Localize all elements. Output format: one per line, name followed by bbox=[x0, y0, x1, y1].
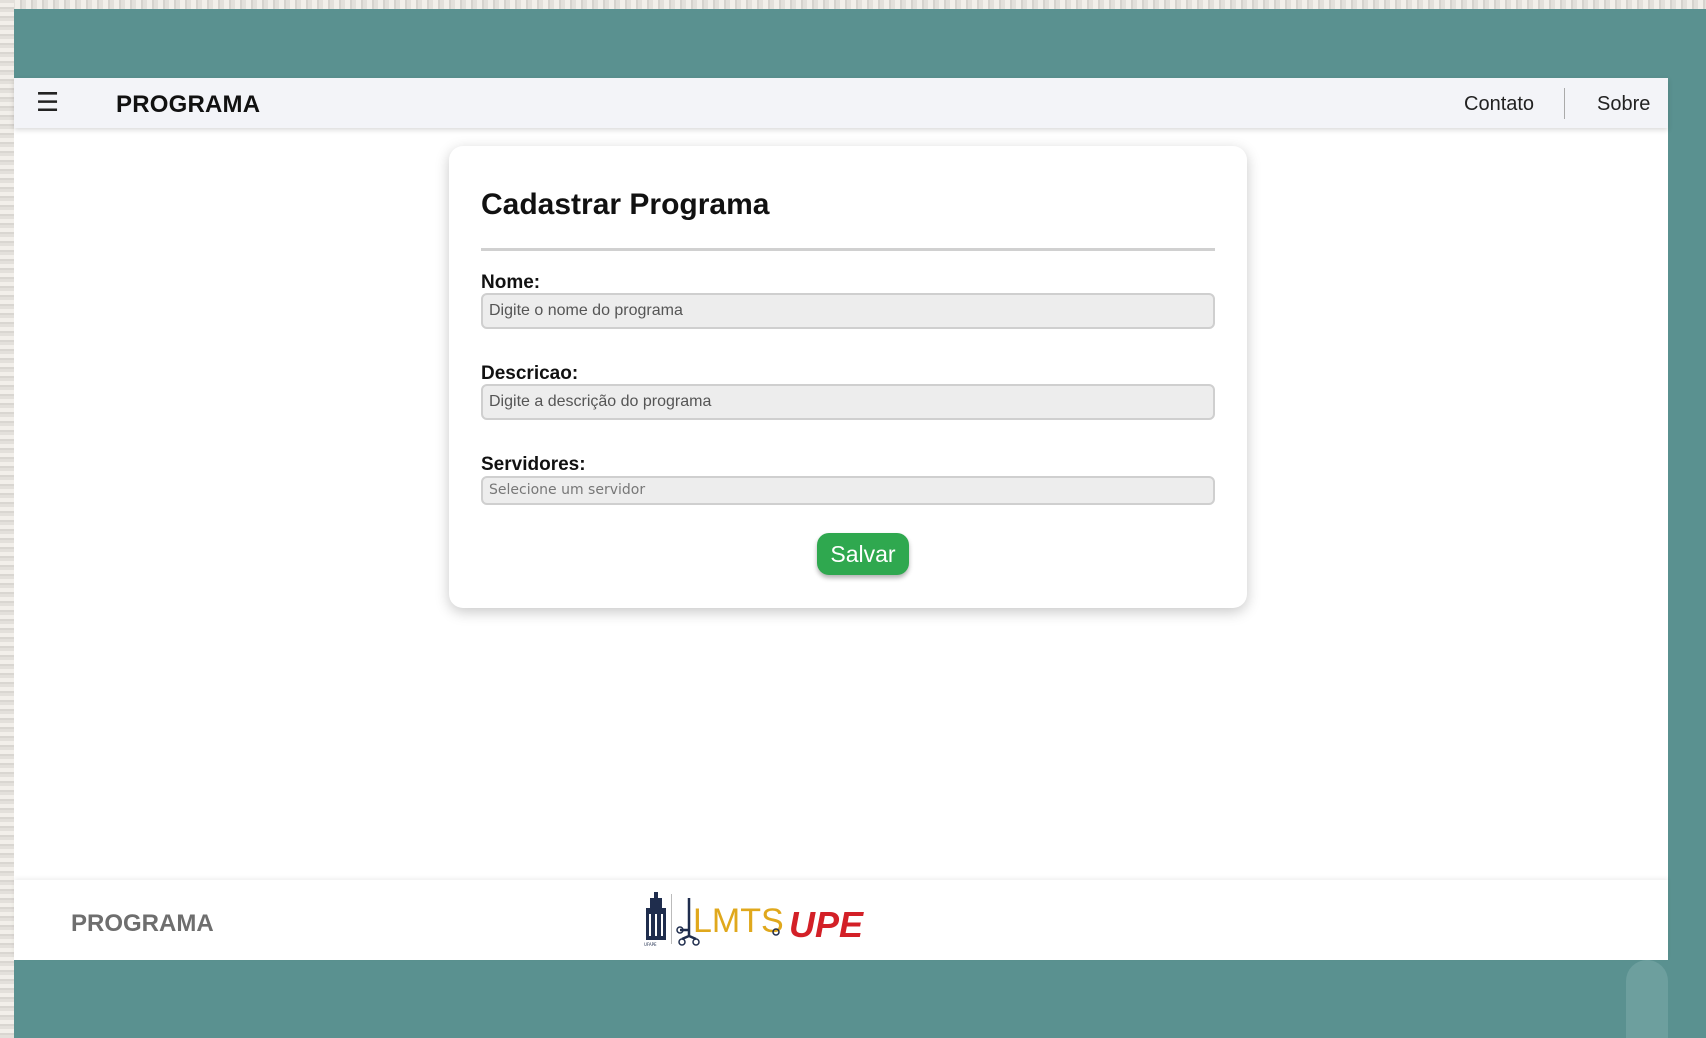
nav-divider bbox=[1564, 88, 1565, 119]
title-divider bbox=[481, 248, 1215, 251]
nome-label: Nome: bbox=[481, 272, 541, 293]
svg-text:UPE: UPE bbox=[789, 904, 864, 945]
footer-brand: PROGRAMA bbox=[71, 910, 214, 937]
paper-background-edge bbox=[0, 0, 14, 1038]
svg-text:LMTS: LMTS bbox=[693, 902, 784, 940]
descricao-label: Descricao: bbox=[481, 363, 579, 384]
servidores-select[interactable]: Selecione um servidor bbox=[481, 476, 1215, 505]
lmts-logo: LMTS bbox=[676, 898, 784, 946]
hamburger-menu-icon[interactable]: ☰ bbox=[36, 90, 62, 116]
nav-link-sobre[interactable]: Sobre bbox=[1597, 93, 1650, 116]
footer: PROGRAMA UFAPE LMTS UPE bbox=[14, 880, 1668, 960]
descricao-input[interactable] bbox=[481, 384, 1215, 420]
page-title: Cadastrar Programa bbox=[481, 188, 770, 221]
scroll-handle[interactable] bbox=[1626, 960, 1668, 1038]
partner-logos: UFAPE LMTS UPE bbox=[644, 892, 864, 947]
servidores-select-placeholder: Selecione um servidor bbox=[489, 482, 646, 498]
upe-logo: UPE bbox=[789, 904, 864, 945]
paper-background-top bbox=[0, 0, 1706, 9]
nome-input[interactable] bbox=[481, 293, 1215, 329]
salvar-button[interactable]: Salvar bbox=[817, 533, 909, 575]
navbar-brand[interactable]: PROGRAMA bbox=[116, 91, 260, 119]
svg-text:UFAPE: UFAPE bbox=[644, 942, 657, 947]
nav-link-contato[interactable]: Contato bbox=[1464, 93, 1534, 116]
top-navbar: ☰ PROGRAMA Contato Sobre bbox=[14, 78, 1668, 128]
servidores-label: Servidores: bbox=[481, 454, 586, 475]
app-window: ☰ PROGRAMA Contato Sobre Cadastrar Progr… bbox=[14, 78, 1668, 960]
ufape-logo: UFAPE bbox=[644, 892, 672, 947]
form-card: Cadastrar Programa Nome: Descricao: Serv… bbox=[449, 146, 1247, 608]
